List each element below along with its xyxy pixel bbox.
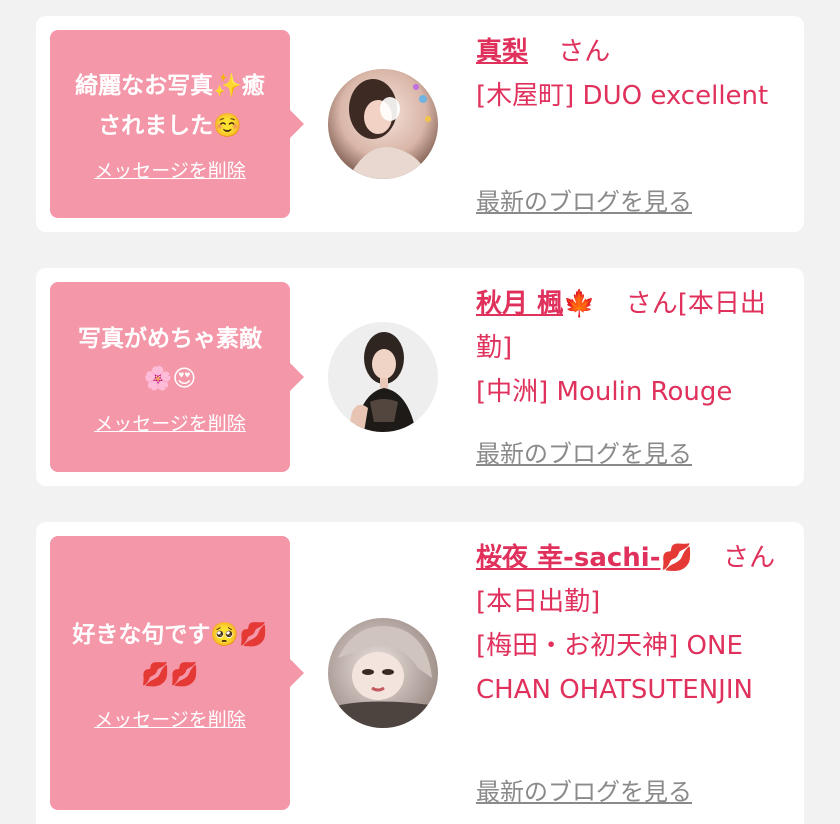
cast-info: 桜夜 幸-sachi-💋 さん[本日出勤] [梅田・お初天神] ONE CHAN… [476,536,796,712]
avatar-photo [328,69,438,179]
avatar-photo [328,618,438,728]
name-emoji: 🍁 [563,289,596,319]
delete-message-link[interactable]: メッセージを削除 [94,705,246,732]
message-card: 写真がめちゃ素敵🌸😍 メッセージを削除 秋月 楓🍁 さん[本日出勤] [中洲] … [36,268,804,486]
cast-info: 真梨 さん [木屋町] DUO excellent [476,30,796,118]
delete-message-link[interactable]: メッセージを削除 [94,409,246,436]
message-text: 好きな句です🥺💋💋💋 [72,621,268,688]
message-bubble: 好きな句です🥺💋💋💋 メッセージを削除 [50,536,304,810]
message-card: 綺麗なお写真✨癒されました☺️ メッセージを削除 真梨 さん [木屋町] DUO [36,16,804,232]
cast-name-link[interactable]: 桜夜 幸-sachi-💋 [476,543,693,573]
avatar[interactable] [328,618,438,728]
latest-blog-link[interactable]: 最新のブログを見る [476,434,692,469]
latest-blog-link[interactable]: 最新のブログを見る [476,182,692,217]
cast-info: 秋月 楓🍁 さん[本日出勤] [中洲] Moulin Rouge [476,282,796,414]
latest-blog-link[interactable]: 最新のブログを見る [476,772,692,807]
cast-name-link[interactable]: 真梨 [476,37,528,67]
avatar[interactable] [328,69,438,179]
message-bubble: 写真がめちゃ素敵🌸😍 メッセージを削除 [50,282,304,472]
shop-name: [中洲] Moulin Rouge [476,377,733,407]
avatar-photo [328,322,438,432]
message-text: 綺麗なお写真✨癒されました☺️ [75,72,265,139]
shop-name: [梅田・お初天神] ONE CHAN OHATSUTENJIN [476,631,753,705]
message-card: 好きな句です🥺💋💋💋 メッセージを削除 桜夜 幸-sachi-💋 さん[本日出勤… [36,522,804,824]
delete-message-link[interactable]: メッセージを削除 [94,156,246,183]
name-emoji: 💋 [660,543,693,573]
honorific: さん [558,37,611,67]
shop-name: [木屋町] DUO excellent [476,81,769,111]
avatar[interactable] [328,322,438,432]
cast-name-link[interactable]: 秋月 楓🍁 [476,289,595,319]
message-text: 写真がめちゃ素敵🌸😍 [78,325,262,392]
message-bubble: 綺麗なお写真✨癒されました☺️ メッセージを削除 [50,30,304,218]
